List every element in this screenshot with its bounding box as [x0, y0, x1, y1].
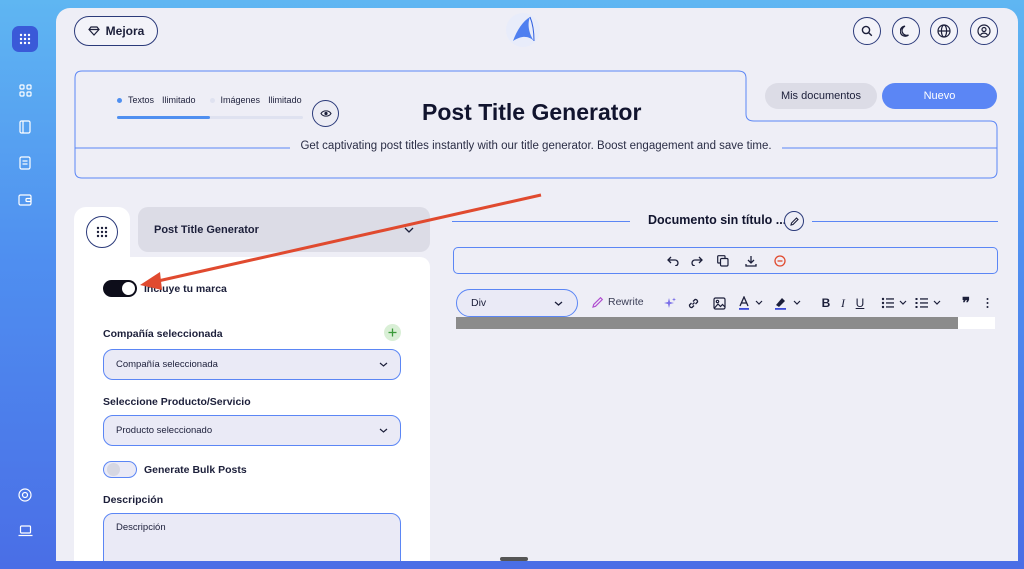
text-color-icon[interactable] — [737, 295, 767, 311]
bulk-posts-label: Generate Bulk Posts — [144, 464, 247, 476]
editor-content[interactable] — [456, 317, 995, 329]
document-actions — [453, 247, 998, 274]
bold-button[interactable]: B — [820, 295, 832, 311]
my-documents-button[interactable]: Mis documentos — [765, 83, 877, 109]
user-icon[interactable] — [970, 17, 998, 45]
chevron-down-icon — [554, 301, 563, 306]
toggle-knob — [107, 463, 120, 476]
description-field[interactable]: Descripción — [103, 513, 401, 561]
divider — [812, 221, 998, 222]
plus-icon[interactable] — [384, 324, 401, 341]
support-icon[interactable] — [16, 486, 34, 504]
product-select-value: Producto seleccionado — [116, 425, 213, 436]
undo-icon[interactable] — [665, 253, 681, 269]
document-header: Documento sin título ... — [452, 208, 998, 234]
app-logo — [505, 12, 541, 48]
document-title[interactable]: Documento sin título ... — [648, 213, 786, 227]
quota-info: Textos Ilimitado Imágenes Ilimitado — [117, 95, 302, 105]
link-icon[interactable] — [685, 295, 701, 311]
grid-icon[interactable] — [86, 216, 118, 248]
dashboard-icon[interactable] — [16, 81, 34, 99]
images-value: Ilimitado — [268, 95, 302, 105]
page-description-text: Get captivating post titles instantly wi… — [290, 140, 782, 152]
toggle-knob — [122, 282, 135, 295]
italic-button[interactable]: I — [837, 295, 849, 311]
laptop-icon[interactable] — [16, 522, 34, 540]
moon-icon[interactable] — [892, 17, 920, 45]
page-title: Post Title Generator — [422, 99, 642, 125]
images-dot — [209, 97, 215, 103]
resize-handle[interactable] — [500, 557, 528, 561]
rewrite-button[interactable]: Rewrite — [592, 296, 644, 308]
description-placeholder: Descripción — [116, 522, 166, 533]
block-type-select[interactable]: Div — [456, 289, 578, 317]
pen-icon — [592, 296, 604, 308]
block-type-value: Div — [471, 297, 487, 309]
quota-progress-bar — [117, 116, 303, 119]
quota-progress-fill — [117, 116, 210, 119]
company-label: Compañía seleccionada — [103, 328, 223, 340]
highlight-icon[interactable] — [773, 295, 805, 311]
rewrite-label: Rewrite — [608, 296, 644, 308]
book-icon[interactable] — [16, 118, 34, 136]
underline-button[interactable]: U — [854, 295, 866, 311]
download-icon[interactable] — [743, 253, 759, 269]
main-window: Mejora Textos Ilimitado Imágenes Ilimita — [56, 8, 1018, 561]
tool-form-panel: Post Title Generator Incluye tu marca Co… — [74, 207, 430, 561]
bullet-list-icon[interactable] — [880, 295, 910, 311]
divider — [452, 221, 630, 222]
globe-icon[interactable] — [930, 17, 958, 45]
texts-dot — [117, 97, 122, 103]
brand-toggle-label: Incluye tu marca — [144, 283, 227, 295]
form-card: Incluye tu marca Compañía seleccionada C… — [74, 257, 430, 561]
tool-selector[interactable]: Post Title Generator — [138, 207, 430, 252]
texts-value: Ilimitado — [162, 95, 196, 105]
brand-toggle[interactable] — [103, 280, 137, 297]
more-icon[interactable] — [984, 295, 990, 311]
chevron-down-icon — [404, 227, 414, 233]
new-button[interactable]: Nuevo — [882, 83, 997, 109]
left-rail — [0, 0, 56, 569]
company-select-value: Compañía seleccionada — [116, 359, 218, 370]
eye-icon[interactable] — [312, 100, 339, 127]
wallet-icon[interactable] — [16, 191, 34, 209]
images-label: Imágenes — [220, 95, 261, 105]
texts-label: Textos — [128, 95, 155, 105]
product-select[interactable]: Producto seleccionado — [103, 415, 401, 446]
product-label: Seleccione Producto/Servicio — [103, 396, 251, 408]
editor-content-end — [958, 317, 995, 329]
image-icon[interactable] — [711, 295, 727, 311]
chevron-down-icon — [379, 362, 388, 367]
description-label: Descripción — [103, 494, 164, 506]
copy-icon[interactable] — [715, 253, 731, 269]
sparkle-icon[interactable] — [661, 295, 677, 311]
diamond-icon — [87, 26, 100, 36]
redo-icon[interactable] — [689, 253, 705, 269]
editor-toolbar: Div Rewrite B I U ❞ — [456, 289, 998, 317]
page-description: Get captivating post titles instantly wi… — [74, 140, 998, 152]
numbered-list-icon[interactable] — [914, 295, 944, 311]
apps-grid-icon[interactable] — [12, 26, 38, 52]
quote-icon[interactable]: ❞ — [958, 295, 974, 312]
chevron-down-icon — [379, 428, 388, 433]
tools-tab[interactable] — [74, 207, 130, 257]
delete-icon[interactable] — [772, 253, 788, 269]
upgrade-button[interactable]: Mejora — [74, 16, 158, 46]
company-select[interactable]: Compañía seleccionada — [103, 349, 401, 380]
document-icon[interactable] — [16, 154, 34, 172]
bulk-posts-toggle[interactable] — [103, 461, 137, 478]
upgrade-label: Mejora — [105, 24, 145, 38]
tool-selector-value: Post Title Generator — [154, 223, 259, 236]
pencil-icon[interactable] — [784, 211, 804, 231]
search-icon[interactable] — [853, 17, 881, 45]
